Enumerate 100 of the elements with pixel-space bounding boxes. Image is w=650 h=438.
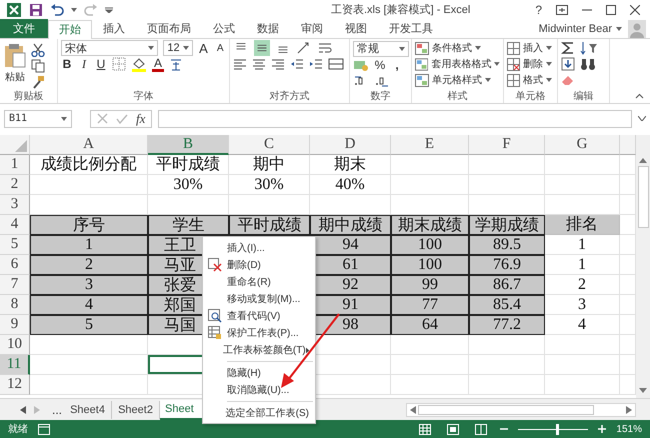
scissors-icon[interactable] <box>31 42 45 57</box>
comma-button[interactable]: , <box>391 58 403 72</box>
horizontal-align-icon[interactable] <box>271 57 285 72</box>
horizontal-align-icon[interactable] <box>233 57 247 72</box>
italic-button[interactable]: I <box>78 56 90 72</box>
sheet-tab[interactable]: Sheet4 <box>64 400 112 419</box>
table-style-icon[interactable] <box>415 74 429 87</box>
row-header[interactable]: 5 <box>0 235 30 256</box>
scroll-left-icon[interactable] <box>20 406 26 414</box>
column-header[interactable]: E <box>391 135 469 156</box>
row-header[interactable]: 3 <box>0 195 30 216</box>
merge-cells-icon[interactable] <box>328 57 344 72</box>
macro-record-icon[interactable] <box>38 424 50 435</box>
table-style-icon[interactable] <box>415 42 429 55</box>
horizontal-align-icon[interactable] <box>252 57 266 72</box>
row-header[interactable]: 12 <box>0 375 30 396</box>
caret-icon[interactable] <box>546 62 552 66</box>
scroll-up-icon[interactable] <box>639 157 647 164</box>
decrease-decimal-icon[interactable] <box>374 75 390 88</box>
ribbon-tab[interactable]: 页面布局 <box>136 18 202 38</box>
insert-function-button[interactable]: fx <box>136 110 146 127</box>
column-header[interactable]: G <box>545 135 620 156</box>
sort-filter-icon[interactable] <box>580 41 598 56</box>
name-box[interactable]: B11 <box>4 110 72 128</box>
cells-menu-button[interactable]: 格式 <box>507 72 554 88</box>
ribbon-tab[interactable]: 数据 <box>246 18 290 38</box>
ribbon-tab[interactable]: 审阅 <box>290 18 334 38</box>
vertical-align-button[interactable] <box>254 40 270 56</box>
increase-indent-icon[interactable] <box>309 57 323 72</box>
maximize-icon[interactable] <box>606 4 616 15</box>
column-header[interactable]: C <box>229 135 310 156</box>
fill-color-icon[interactable] <box>131 56 147 72</box>
bold-button[interactable]: B <box>61 57 73 72</box>
table-style-icon[interactable] <box>415 58 428 71</box>
column-header[interactable]: A <box>30 135 148 156</box>
borders-icon[interactable] <box>112 57 126 72</box>
more-sheets-button[interactable]: ... <box>52 402 62 417</box>
paste-button[interactable]: 粘贴 <box>3 40 27 84</box>
clipboard-icon[interactable] <box>3 42 27 69</box>
row-header[interactable]: 2 <box>0 175 30 196</box>
cells-menu-button[interactable]: 删除 <box>507 56 554 72</box>
row-header[interactable]: 6 <box>0 255 30 276</box>
zoom-slider[interactable] <box>556 424 559 435</box>
check-icon[interactable] <box>116 114 128 124</box>
formula-field[interactable] <box>158 110 632 128</box>
row-header[interactable]: 9 <box>0 315 30 336</box>
row-header[interactable]: 10 <box>0 335 30 356</box>
expand-caret-icon[interactable] <box>638 116 646 122</box>
decrease-indent-icon[interactable] <box>290 57 304 72</box>
sum-icon[interactable] <box>561 41 575 56</box>
wrap-text-icon[interactable] <box>317 41 333 56</box>
ribbon-tab[interactable]: 插入 <box>92 18 136 38</box>
font-size-field[interactable]: 12 <box>163 40 193 56</box>
binoculars-icon[interactable] <box>580 57 596 72</box>
save-icon[interactable] <box>29 2 43 17</box>
caret-icon[interactable] <box>494 62 500 66</box>
collapse-ribbon-icon[interactable] <box>635 92 644 99</box>
font-color-button[interactable]: A <box>152 56 164 72</box>
ribbon-tab[interactable]: 公式 <box>202 18 246 38</box>
caret-icon[interactable] <box>399 46 405 51</box>
cell-grid-icon[interactable] <box>507 58 520 71</box>
caret-icon[interactable] <box>148 46 154 50</box>
caret-icon[interactable] <box>485 78 491 82</box>
column-header[interactable]: D <box>310 135 391 156</box>
row-header[interactable]: 11 <box>0 355 30 376</box>
undo-icon[interactable] <box>50 4 64 16</box>
row-header[interactable]: 1 <box>0 155 30 176</box>
scroll-thumb[interactable] <box>418 404 594 415</box>
close-icon[interactable] <box>630 4 640 15</box>
ribbon-tab[interactable]: 视图 <box>334 18 378 38</box>
caret-icon[interactable] <box>475 46 481 50</box>
ribbon-display-icon[interactable] <box>556 4 568 15</box>
ribbon-tab[interactable]: 开始 <box>48 20 92 39</box>
caret-icon[interactable] <box>546 78 552 82</box>
row-header[interactable]: 8 <box>0 295 30 316</box>
percent-button[interactable]: % <box>374 58 386 72</box>
caret-icon[interactable] <box>182 46 189 50</box>
ribbon-tab[interactable]: 文件 <box>0 18 48 38</box>
cell-grid-icon[interactable] <box>507 74 520 87</box>
cells-menu-button[interactable]: 插入 <box>507 40 554 56</box>
caret-icon[interactable] <box>61 116 67 121</box>
underline-button[interactable]: U <box>95 57 107 72</box>
scroll-down-icon[interactable] <box>639 388 647 394</box>
phonetic-icon[interactable] <box>169 57 183 72</box>
column-header[interactable]: B <box>148 135 229 156</box>
row-header[interactable]: 7 <box>0 275 30 296</box>
paintbrush-icon[interactable] <box>31 74 45 89</box>
styles-menu-button[interactable]: 套用表格格式 <box>415 56 500 72</box>
customize-caret-icon[interactable] <box>105 6 113 13</box>
grow-font-button[interactable]: A <box>198 40 210 56</box>
row-header[interactable]: 4 <box>0 215 30 236</box>
cell-grid-icon[interactable] <box>507 42 520 55</box>
scroll-thumb[interactable] <box>638 166 648 228</box>
help-button[interactable]: ? <box>535 2 542 17</box>
horizontal-scrollbar[interactable] <box>406 402 636 417</box>
styles-menu-button[interactable]: 单元格样式 <box>415 72 500 88</box>
scroll-right-icon[interactable] <box>626 406 632 414</box>
zoom-in-icon[interactable] <box>598 425 606 434</box>
menu-item[interactable]: 隐藏(H) <box>203 364 315 381</box>
caret-icon[interactable] <box>71 8 77 12</box>
